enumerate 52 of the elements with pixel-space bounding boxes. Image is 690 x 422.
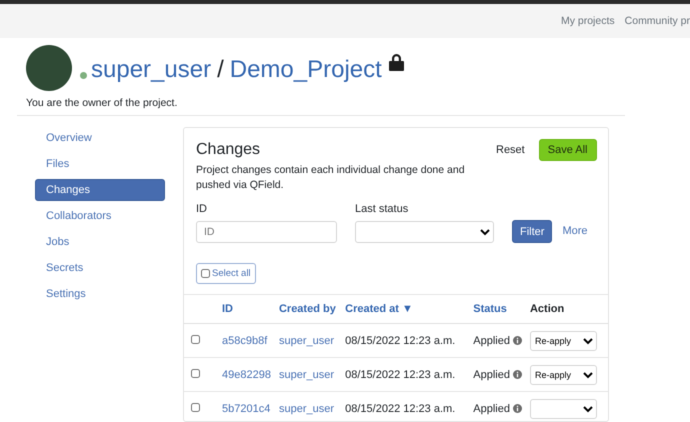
title-separator: / — [217, 56, 224, 84]
avatar-image — [26, 45, 72, 91]
id-field[interactable]: ID — [196, 221, 337, 243]
user-link[interactable]: super_user — [278, 402, 334, 414]
sidebar-item[interactable]: Settings — [35, 283, 165, 305]
column-header[interactable]: Created at ▼ — [345, 294, 474, 324]
change-id-link[interactable]: 5b7201c4 — [222, 402, 270, 414]
change-id-link[interactable]: a58c9b8f — [222, 334, 268, 346]
table-cell: 08/15/2022 12:23 a.m. — [345, 392, 474, 421]
sidebar-item[interactable]: Overview — [35, 127, 165, 149]
more-link[interactable]: More — [562, 220, 588, 243]
column-header[interactable]: ID — [222, 294, 279, 324]
column-header[interactable]: Created by — [278, 294, 346, 324]
change-id-link[interactable]: 49e82298 — [222, 368, 271, 380]
action-select[interactable]: Re-apply — [530, 330, 597, 350]
project-link[interactable]: Demo_Project — [230, 56, 382, 84]
info-icon[interactable] — [512, 370, 522, 379]
table-cell: 08/15/2022 12:23 a.m. — [345, 358, 474, 392]
row-checkbox[interactable] — [191, 368, 200, 378]
info-icon[interactable] — [512, 404, 522, 413]
save-all-button[interactable]: Save All — [538, 139, 596, 161]
nav-link[interactable]: Community pr — [624, 15, 690, 27]
sidebar-item[interactable]: Changes — [35, 179, 165, 201]
sidebar-item[interactable]: Secrets — [35, 257, 165, 279]
status-text: Applied — [473, 334, 510, 346]
reset-link[interactable]: Reset — [496, 144, 525, 156]
select-all-button[interactable]: Select all — [196, 263, 256, 284]
user-link[interactable]: super_user — [278, 334, 334, 346]
nav-link[interactable]: My projects — [560, 15, 615, 27]
sidebar-item[interactable]: Files — [35, 153, 165, 175]
status-text: Applied — [473, 402, 510, 414]
last-status-label: Last status — [355, 203, 410, 215]
sidebar-item[interactable]: Jobs — [35, 231, 165, 253]
user-link[interactable]: super_user — [278, 368, 334, 380]
id-label: ID — [196, 203, 208, 215]
table-cell: 08/15/2022 12:23 a.m. — [345, 324, 474, 358]
owner-note: You are the owner of the project. — [25, 96, 178, 109]
status-dot-icon — [80, 72, 87, 78]
select-all-checkbox[interactable] — [201, 269, 210, 278]
column-header[interactable]: Status — [473, 294, 530, 324]
sidebar-item[interactable]: Collaborators — [35, 205, 165, 227]
column-header: Action — [530, 294, 608, 324]
info-icon[interactable] — [512, 336, 522, 345]
card-description: Project changes contain each individual change done and pushed via QField. — [196, 163, 466, 193]
status-text: Applied — [473, 368, 510, 380]
owner-link[interactable]: super_user — [91, 56, 212, 84]
row-checkbox[interactable] — [191, 402, 200, 412]
lock-icon — [388, 53, 405, 71]
card-title: Changes — [196, 141, 262, 159]
filter-button[interactable]: Filter — [512, 220, 552, 243]
action-select[interactable]: Re-apply — [530, 364, 597, 384]
row-checkbox[interactable] — [191, 334, 200, 344]
